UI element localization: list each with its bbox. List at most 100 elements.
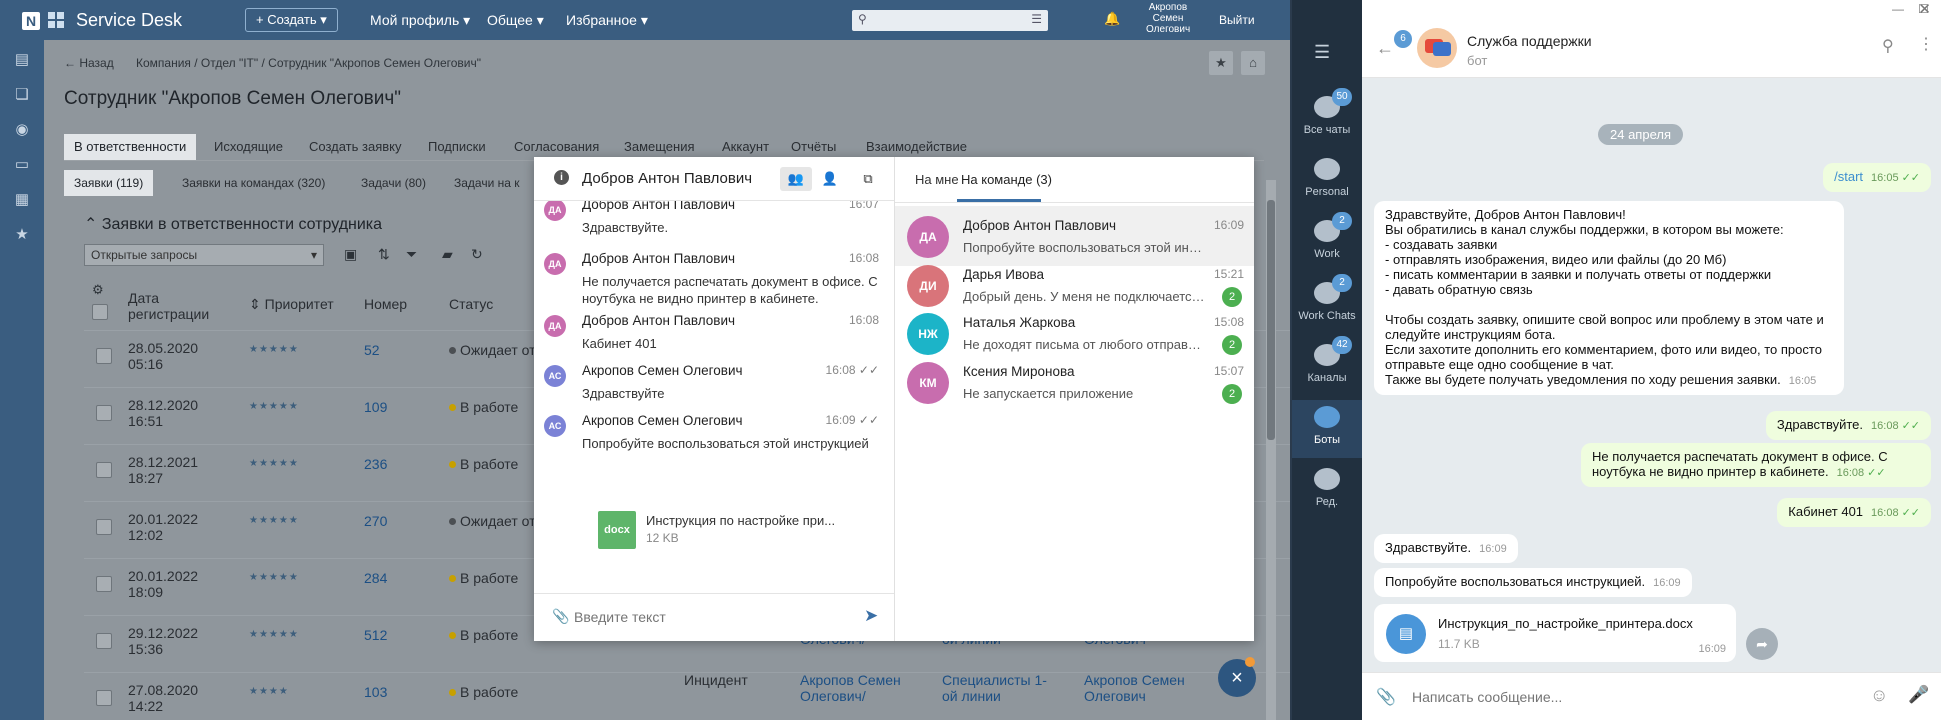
folder-item[interactable]: 2 Work (1292, 212, 1362, 272)
subtab-team-tasks[interactable]: Задачи на к (444, 170, 530, 196)
outgoing-msg-3[interactable]: Кабинет 401 16:08 ✓✓ (1777, 498, 1931, 527)
filter-select[interactable]: Открытые запросы ▾ (84, 244, 324, 266)
row-checkbox[interactable] (96, 690, 112, 706)
tab-on-team[interactable]: На команде (3) (961, 172, 1052, 187)
column-header-number[interactable]: Номер (364, 296, 407, 312)
sort-icon[interactable]: ⇅ (378, 246, 390, 263)
refresh-icon[interactable]: ↻ (471, 246, 483, 263)
logout-button[interactable]: Выйти (1219, 13, 1255, 27)
incoming-file[interactable]: ▤ Инструкция_по_настройке_принтера.docx … (1374, 604, 1736, 662)
chat-message[interactable]: АС Акропов Семен Олегович 16:08 ✓✓ Здрав… (544, 363, 889, 418)
info-icon[interactable]: i (554, 170, 569, 185)
monitor-icon[interactable]: ▭ (12, 155, 32, 175)
funnel-icon[interactable]: ⏷ (406, 246, 417, 263)
folder-item[interactable]: 2 Work Chats (1292, 274, 1362, 334)
row-checkbox[interactable] (96, 348, 112, 364)
row-author[interactable]: Акропов СеменОлегович (1084, 672, 1185, 704)
search-input[interactable]: ⚲ ☰ (852, 10, 1048, 31)
forward-icon[interactable]: ➦ (1746, 628, 1778, 660)
subtab-team-requests[interactable]: Заявки на командах (320) (172, 170, 335, 196)
bot-greeting[interactable]: Здравствуйте, Добров Антон Павлович! Вы … (1374, 201, 1844, 395)
folder-item[interactable]: 42 Каналы (1292, 336, 1362, 396)
search-icon[interactable]: ⚲ (1882, 36, 1894, 56)
row-number-link[interactable]: 270 (364, 513, 387, 529)
close-window-icon[interactable]: ✕ (1918, 0, 1931, 18)
document-icon[interactable]: ▤ (12, 50, 32, 70)
incoming-msg-2[interactable]: Попробуйте воспользоваться инструкцией. 1… (1374, 568, 1692, 597)
row-checkbox[interactable] (96, 462, 112, 478)
microphone-icon[interactable]: 🎤 (1908, 685, 1929, 705)
tab-create-request[interactable]: Создать заявку (299, 134, 412, 160)
column-header-priority[interactable]: ⇕ Приоритет (249, 296, 334, 312)
outgoing-start[interactable]: /start 16:05 ✓✓ (1823, 163, 1931, 192)
team-users-icon[interactable]: 👥 (780, 167, 812, 191)
paperclip-icon[interactable]: 📎 (552, 608, 569, 625)
chat-message[interactable]: ДА Добров Антон Павлович 16:07 Здравству… (544, 201, 889, 252)
outgoing-msg-1[interactable]: Здравствуйте. 16:08 ✓✓ (1765, 411, 1931, 440)
breadcrumb[interactable]: Компания / Отдел "IT" / Сотрудник "Акроп… (136, 56, 481, 70)
user-assign-icon[interactable]: 👤 (816, 167, 844, 191)
row-checkbox[interactable] (96, 633, 112, 649)
scrollbar-thumb[interactable] (1267, 200, 1275, 440)
attach-icon[interactable]: 📎 (1376, 687, 1396, 707)
copy-icon[interactable]: ⧉ (854, 167, 882, 191)
row-number-link[interactable]: 236 (364, 456, 387, 472)
more-vertical-icon[interactable]: ⋮ (1918, 34, 1934, 54)
hamburger-menu-icon[interactable]: ☰ (1314, 42, 1330, 63)
bell-icon[interactable]: 🔔 (1104, 11, 1120, 27)
message-input[interactable] (574, 604, 844, 630)
select-all-checkbox[interactable] (92, 304, 108, 320)
back-arrow-icon[interactable]: ← (1376, 38, 1394, 59)
back-link[interactable]: ← Назад (64, 56, 114, 70)
grid-icon[interactable]: ▦ (12, 190, 32, 210)
incoming-msg-1[interactable]: Здравствуйте. 16:09 (1374, 534, 1518, 563)
row-checkbox[interactable] (96, 405, 112, 421)
chat-message[interactable]: ДА Добров Антон Павлович 16:08 Кабинет 4… (544, 313, 889, 368)
star-icon[interactable]: ★ (12, 225, 32, 245)
row-responsible[interactable]: Акропов СеменОлегович/ (800, 672, 901, 704)
bot-avatar[interactable] (1417, 28, 1457, 68)
row-checkbox[interactable] (96, 576, 112, 592)
user-name[interactable]: Акропов Семен Олегович (1146, 2, 1190, 35)
create-button[interactable]: + Создать ▾ (245, 8, 338, 32)
row-number-link[interactable]: 284 (364, 570, 387, 586)
subtab-tasks[interactable]: Задачи (80) (351, 170, 436, 196)
menu-profile[interactable]: Мой профиль ▾ (370, 12, 470, 29)
column-header-status[interactable]: Статус (449, 296, 493, 312)
save-icon[interactable]: ▣ (344, 246, 357, 263)
home-icon[interactable]: ⌂ (1241, 51, 1265, 75)
docx-file-icon[interactable]: docx (598, 511, 636, 549)
menu-favorites[interactable]: Избранное ▾ (566, 12, 648, 29)
row-number-link[interactable]: 109 (364, 399, 387, 415)
row-number-link[interactable]: 512 (364, 627, 387, 643)
menu-general[interactable]: Общее ▾ (487, 12, 544, 29)
tab-responsibility[interactable]: В ответственности (64, 134, 197, 160)
chat-message[interactable]: АС Акропов Семен Олегович 16:09 ✓✓ Попро… (544, 413, 889, 468)
file-document-icon[interactable]: ▤ (1386, 614, 1426, 654)
minimize-icon[interactable]: — (1892, 2, 1904, 16)
folder-item[interactable]: Ред. (1292, 462, 1362, 520)
section-title[interactable]: ⌃ Заявки в ответственности сотрудника (84, 214, 382, 234)
start-command[interactable]: /start (1834, 169, 1863, 184)
folder-item[interactable]: Боты (1292, 400, 1362, 458)
export-icon[interactable]: ▰ (442, 246, 453, 263)
row-number-link[interactable]: 103 (364, 684, 387, 700)
tab-on-me[interactable]: На мне (915, 172, 959, 187)
scrollbar[interactable] (1266, 180, 1276, 720)
book-icon[interactable]: ❏ (12, 85, 32, 105)
tg-file-name[interactable]: Инструкция_по_настройке_принтера.docx (1438, 616, 1693, 631)
send-icon[interactable]: ➤ (864, 606, 878, 626)
chat-list-item[interactable]: КМ Ксения Миронова 15:07 Не запускается … (895, 352, 1254, 412)
tg-message-input[interactable] (1412, 685, 1832, 709)
chat-message[interactable]: ДА Добров Антон Павлович 16:08 Не получа… (544, 251, 889, 306)
folder-item[interactable]: Personal (1292, 152, 1362, 210)
favorite-star-icon[interactable]: ★ (1209, 51, 1233, 75)
outgoing-msg-2[interactable]: Не получается распечатать документ в офи… (1581, 443, 1931, 487)
gear-icon[interactable]: ⚙ (92, 282, 104, 298)
eye-icon[interactable]: ◉ (12, 120, 32, 140)
row-team[interactable]: Специалисты 1-ой линии (942, 672, 1047, 704)
row-number-link[interactable]: 52 (364, 342, 380, 358)
emoji-icon[interactable]: ☺ (1870, 685, 1888, 706)
file-name[interactable]: Инструкция по настройке при... (646, 513, 835, 528)
row-checkbox[interactable] (96, 519, 112, 535)
